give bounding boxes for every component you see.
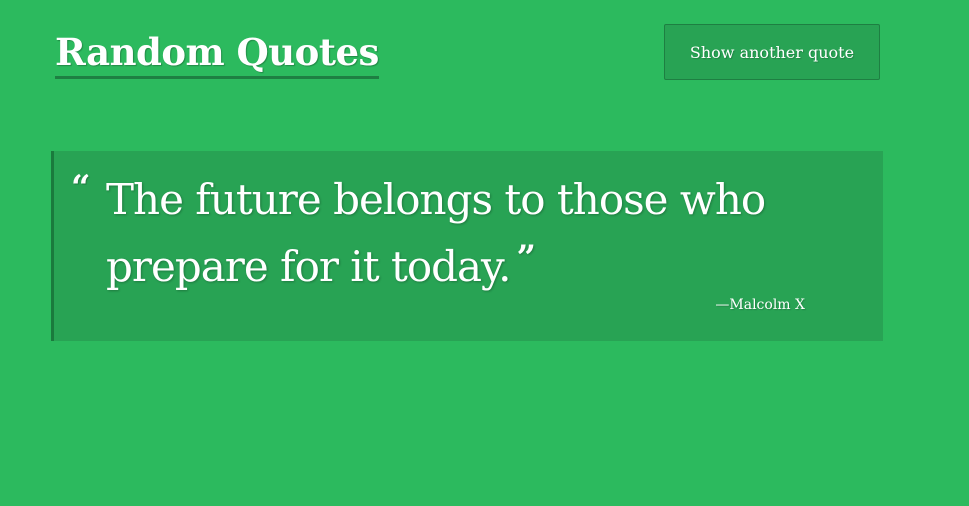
open-quote-icon: “ xyxy=(71,168,91,208)
quote-text: The future belongs to those who prepare … xyxy=(106,175,766,291)
close-quote-icon: ” xyxy=(516,238,537,278)
page-title: Random Quotes xyxy=(55,28,379,79)
quote-card: “ The future belongs to those who prepar… xyxy=(51,151,883,341)
show-another-quote-button[interactable]: Show another quote xyxy=(664,24,880,80)
quote-author: —Malcolm X xyxy=(715,297,805,313)
quote-text-block: The future belongs to those who prepare … xyxy=(106,171,836,296)
